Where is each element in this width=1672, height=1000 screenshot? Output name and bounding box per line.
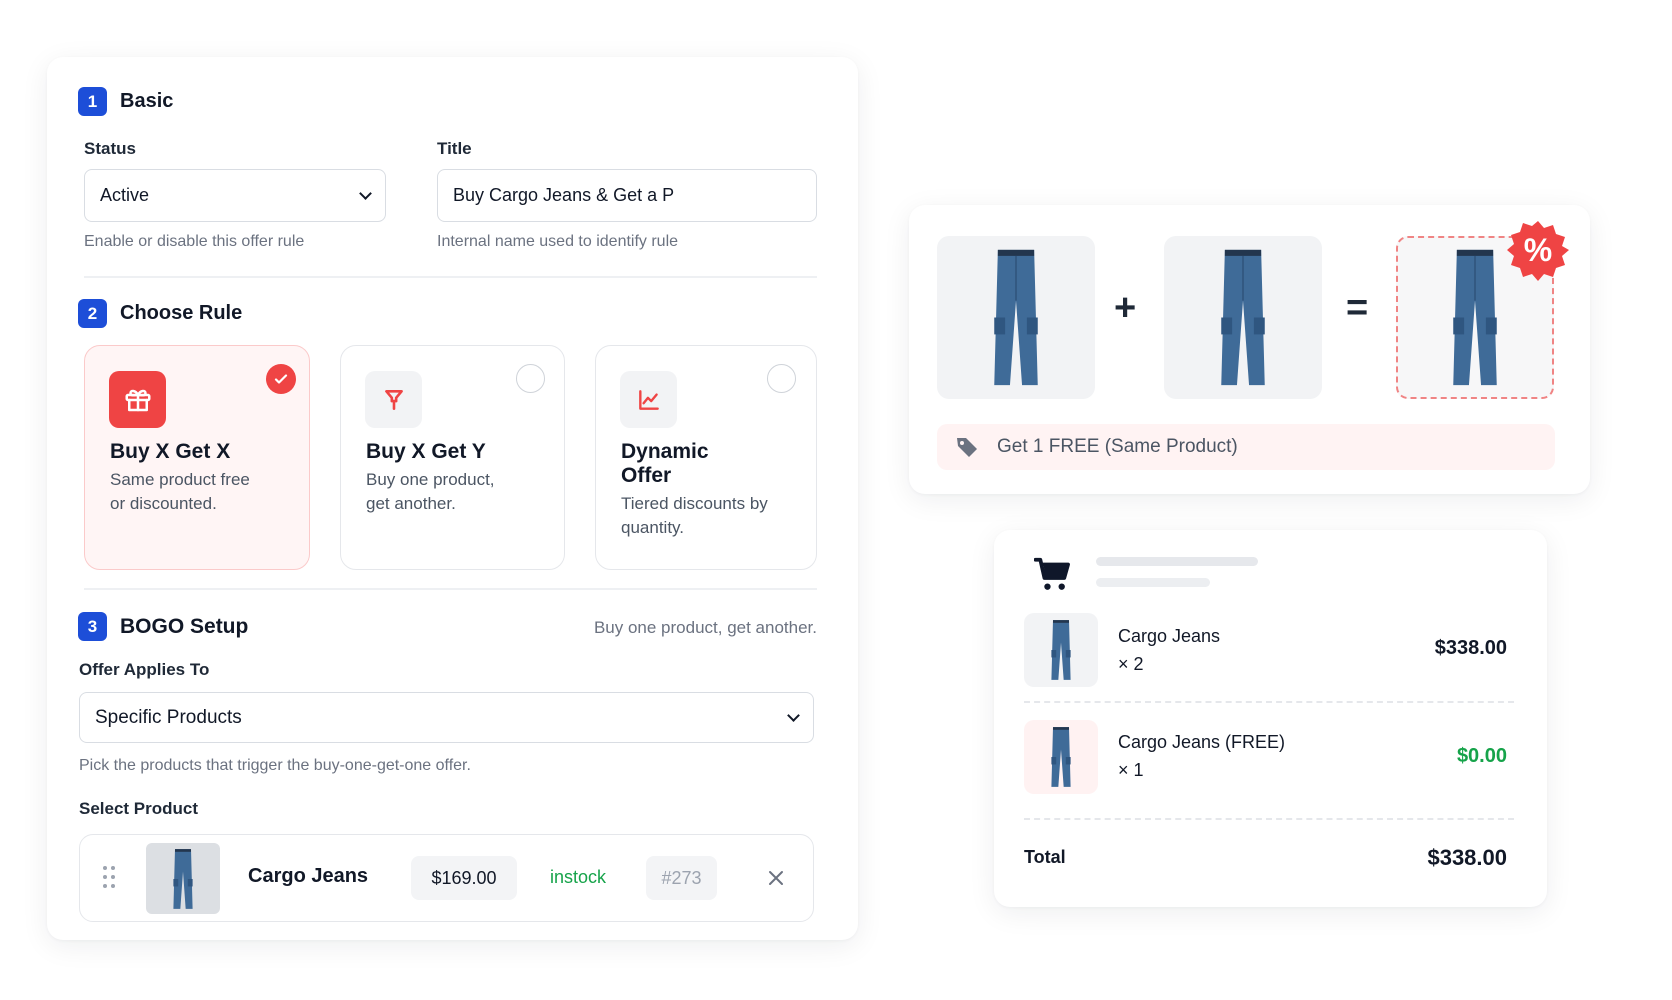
selected-check-icon — [266, 364, 296, 394]
step-number-3: 3 — [78, 612, 107, 641]
status-label: Status — [84, 139, 136, 158]
basic-section-title: Basic — [120, 90, 174, 112]
cart-item-qty: × 1 — [1118, 760, 1144, 780]
product-price: $169.00 — [411, 856, 517, 900]
product-id-badge: #273 — [646, 856, 717, 900]
cart-item-price-free: $0.00 — [1456, 745, 1507, 767]
chevron-down-icon — [359, 186, 372, 200]
remove-product-close-icon[interactable] — [766, 868, 786, 888]
rule-option-buy-x-get-y[interactable]: Buy X Get Y Buy one product, get another… — [340, 345, 565, 570]
placeholder-line — [1096, 557, 1258, 566]
cart-item-thumbnail — [1024, 613, 1098, 687]
status-hint: Enable or disable this offer rule — [84, 233, 305, 250]
chevron-down-icon — [787, 708, 800, 722]
rule-radio[interactable] — [767, 364, 796, 393]
tag-icon — [955, 435, 979, 459]
rule-option-buy-x-get-x[interactable]: Buy X Get X Same product free or discoun… — [84, 345, 310, 570]
offer-rule-form: 1 Basic Status Active Enable or disable … — [47, 57, 858, 940]
title-value: Buy Cargo Jeans & Get a P — [453, 185, 675, 205]
rule-option-dynamic-offer[interactable]: Dynamic Offer Tiered discounts by quanti… — [595, 345, 817, 570]
offer-applies-label: Offer Applies To — [79, 660, 210, 679]
choose-rule-section-title: Choose Rule — [120, 302, 243, 324]
step-number-2: 2 — [78, 299, 107, 328]
product-id-text: #273 — [661, 867, 702, 888]
cart-item-title: Cargo Jeans (FREE) — [1118, 732, 1286, 752]
bogo-section-header: 3 BOGO Setup — [78, 612, 248, 641]
select-product-label: Select Product — [79, 799, 199, 818]
drag-handle-icon[interactable] — [102, 865, 116, 894]
cart-item-price: $338.00 — [1434, 637, 1507, 659]
product-name: Cargo Jeans — [248, 865, 369, 887]
step-number-1: 1 — [78, 87, 107, 116]
buy-product-image — [937, 236, 1095, 399]
offer-visual-card: + = % Get 1 FREE (Same Product) — [909, 205, 1590, 494]
selected-product-row: Cargo Jeans $169.00 instock #273 — [79, 834, 814, 922]
offer-applies-hint: Pick the products that trigger the buy-o… — [79, 757, 471, 774]
bogo-subtitle: Buy one product, get another. — [593, 618, 817, 637]
plus-operator: + — [1114, 287, 1137, 329]
buy-product-image — [1164, 236, 1322, 399]
cart-preview-card: Cargo Jeans × 2 $338.00 Cargo Jeans (FRE… — [994, 530, 1547, 907]
product-price-text: $169.00 — [431, 867, 497, 888]
discount-badge-icon: % — [1507, 219, 1569, 281]
product-thumbnail — [146, 843, 220, 914]
rule-description: Tiered discounts by quantity. — [621, 494, 768, 537]
offer-summary-strip: Get 1 FREE (Same Product) — [937, 424, 1555, 470]
cart-divider — [1024, 818, 1514, 820]
chart-icon — [620, 371, 677, 428]
offer-applies-value: Specific Products — [95, 706, 242, 728]
cart-item-title: Cargo Jeans — [1118, 626, 1221, 646]
funnel-icon — [365, 371, 422, 428]
title-hint: Internal name used to identify rule — [437, 233, 679, 250]
offer-summary-text: Get 1 FREE (Same Product) — [997, 436, 1238, 457]
title-input[interactable]: Buy Cargo Jeans & Get a P — [437, 169, 817, 222]
total-value: $338.00 — [1427, 845, 1507, 870]
status-select[interactable]: Active — [84, 169, 386, 222]
section-divider — [84, 276, 817, 278]
cart-item-name: Cargo Jeans × 2 — [1118, 622, 1220, 678]
shopping-cart-icon — [1033, 556, 1072, 597]
bogo-section-title: BOGO Setup — [120, 614, 249, 638]
discount-badge-text: % — [1523, 231, 1553, 268]
gift-icon — [109, 371, 166, 428]
cart-item-thumbnail — [1024, 720, 1098, 794]
cart-item-name: Cargo Jeans (FREE) × 1 — [1118, 728, 1285, 784]
placeholder-line — [1096, 578, 1210, 587]
rule-radio[interactable] — [516, 364, 545, 393]
cart-divider — [1024, 701, 1514, 703]
total-label: Total — [1024, 847, 1066, 867]
rule-title: Buy X Get X — [110, 440, 231, 463]
status-value: Active — [100, 185, 150, 205]
offer-applies-select[interactable]: Specific Products — [79, 692, 814, 743]
rule-description: Same product free or discounted. — [110, 470, 250, 513]
section-divider — [84, 588, 817, 590]
rule-description: Buy one product, get another. — [366, 470, 495, 513]
equals-operator: = — [1346, 287, 1369, 329]
stock-status: instock — [550, 867, 607, 887]
title-label: Title — [437, 139, 472, 158]
choose-rule-section-header: 2 Choose Rule — [78, 299, 242, 328]
rule-title: Buy X Get Y — [366, 440, 486, 463]
cart-item-qty: × 2 — [1118, 654, 1144, 674]
basic-section-header: 1 Basic — [78, 87, 173, 116]
rule-title: Dynamic Offer — [621, 440, 709, 487]
